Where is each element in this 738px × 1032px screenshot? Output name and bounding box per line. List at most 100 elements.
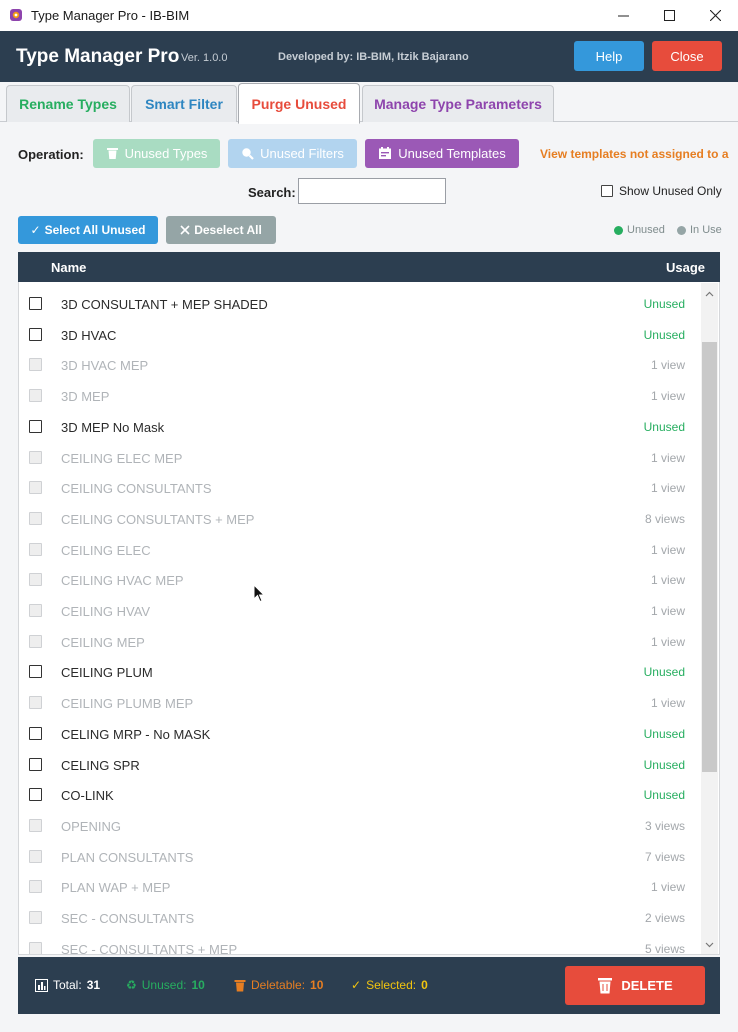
row-usage: 8 views bbox=[644, 511, 685, 526]
in-use-dot-icon bbox=[677, 225, 686, 235]
show-unused-only-label[interactable]: Show Unused Only bbox=[619, 184, 722, 198]
developer-credit: Developed by: IB-BIM, Itzik Bajarano bbox=[278, 51, 469, 63]
unused-filters-button[interactable]: Unused Filters bbox=[228, 139, 357, 168]
delete-button[interactable]: DELETE bbox=[565, 966, 705, 1005]
column-header-usage[interactable]: Usage bbox=[666, 260, 705, 275]
trash-icon bbox=[106, 148, 118, 159]
row-usage: 1 view bbox=[650, 696, 685, 711]
close-icon bbox=[709, 10, 721, 21]
list-item[interactable]: CELING SPR Unused bbox=[19, 747, 701, 777]
row-name: 3D MEP No Mask bbox=[61, 419, 165, 435]
row-checkbox[interactable] bbox=[29, 726, 42, 740]
row-usage: 1 view bbox=[650, 358, 685, 373]
row-checkbox bbox=[29, 880, 42, 894]
search-label: Search: bbox=[248, 185, 296, 200]
row-name: CEILING ELEC bbox=[61, 542, 151, 558]
list-item: CEILING ELEC MEP 1 view bbox=[19, 440, 701, 470]
deselect-all-button[interactable]: Deselect All bbox=[166, 216, 276, 244]
list-item: SEC - CONSULTANTS + MEP 5 views bbox=[19, 931, 701, 954]
deletable-value: 10 bbox=[310, 978, 324, 992]
row-checkbox bbox=[29, 604, 42, 617]
row-checkbox[interactable] bbox=[29, 327, 42, 341]
unused-dot-icon bbox=[614, 225, 623, 235]
row-checkbox bbox=[29, 389, 42, 403]
search-input[interactable] bbox=[298, 178, 446, 204]
close-button[interactable]: Close bbox=[652, 41, 722, 71]
unused-templates-button[interactable]: Unused Templates bbox=[365, 139, 519, 168]
scroll-down-button[interactable] bbox=[701, 936, 718, 953]
row-checkbox bbox=[29, 911, 42, 924]
row-usage: Unused bbox=[643, 327, 685, 342]
maximize-button[interactable] bbox=[646, 0, 692, 31]
row-checkbox bbox=[29, 818, 42, 832]
list-item[interactable]: 3D MEP No Mask Unused bbox=[19, 409, 701, 439]
app-icon bbox=[10, 9, 22, 21]
row-name: CELING SPR bbox=[61, 757, 140, 773]
x-icon bbox=[180, 225, 190, 235]
app-title: Type Manager Pro bbox=[16, 46, 180, 67]
list-item[interactable]: CEILING PLUM Unused bbox=[19, 654, 701, 684]
row-name: CEILING HVAC MEP bbox=[61, 573, 184, 589]
window-close-button[interactable] bbox=[692, 0, 738, 31]
legend-unused-label: Unused bbox=[627, 224, 665, 236]
row-name: CELING MRP - No MASK bbox=[61, 726, 211, 742]
tab-smart-filter[interactable]: Smart Filter bbox=[131, 85, 237, 122]
list-item: CEILING HVAV 1 view bbox=[19, 593, 701, 623]
list-item: CEILING CONSULTANTS + MEP 8 views bbox=[19, 501, 701, 531]
operation-description: View templates not assigned to a bbox=[540, 147, 729, 161]
list-item[interactable]: CELING MRP - No MASK Unused bbox=[19, 716, 701, 746]
total-stat: Total: 31 bbox=[35, 978, 100, 992]
list-item: PLAN CONSULTANTS 7 views bbox=[19, 839, 701, 869]
list-header: Name Usage bbox=[18, 252, 720, 282]
select-all-unused-button[interactable]: ✓ Select All Unused bbox=[18, 216, 158, 244]
row-checkbox bbox=[29, 481, 42, 495]
row-name: CEILING MEP bbox=[61, 634, 145, 650]
row-usage: 1 view bbox=[650, 604, 685, 618]
window-title: Type Manager Pro - IB-BIM bbox=[31, 8, 190, 23]
row-usage: 1 view bbox=[650, 634, 685, 649]
row-name: CEILING ELEC MEP bbox=[61, 450, 183, 466]
list-item: OPENING 3 views bbox=[19, 808, 701, 838]
help-button[interactable]: Help bbox=[574, 41, 644, 71]
column-header-name[interactable]: Name bbox=[51, 260, 86, 275]
row-name: CEILING CONSULTANTS bbox=[61, 481, 212, 497]
row-checkbox bbox=[29, 634, 42, 648]
show-unused-only-checkbox[interactable] bbox=[601, 185, 613, 197]
mouse-cursor-icon bbox=[253, 584, 266, 603]
scroll-up-button[interactable] bbox=[701, 285, 718, 302]
row-name: PLAN WAP + MEP bbox=[61, 880, 171, 896]
unused-stat: ♻ Unused: 10 bbox=[126, 978, 205, 992]
scrollbar-thumb[interactable] bbox=[702, 342, 717, 772]
deselect-all-label: Deselect All bbox=[194, 223, 262, 237]
tab-manage-type-parameters[interactable]: Manage Type Parameters bbox=[362, 85, 554, 122]
row-name: 3D HVAC MEP bbox=[61, 358, 149, 374]
list-item[interactable]: 3D HVAC Unused bbox=[19, 317, 701, 347]
row-checkbox[interactable] bbox=[29, 757, 42, 771]
unused-types-button[interactable]: Unused Types bbox=[93, 139, 220, 168]
deletable-stat: Deletable: 10 bbox=[234, 978, 323, 992]
type-list[interactable]: 3D CONSULTANT + MEP SHADED Unused 3D HVAC U… bbox=[18, 282, 720, 955]
row-checkbox bbox=[29, 573, 42, 587]
row-checkbox[interactable] bbox=[29, 665, 42, 679]
template-icon bbox=[379, 147, 392, 159]
row-checkbox[interactable] bbox=[29, 788, 42, 802]
row-checkbox bbox=[29, 849, 42, 863]
list-item: CEILING CONSULTANTS 1 view bbox=[19, 470, 701, 500]
list-item[interactable]: CO-LINK Unused bbox=[19, 777, 701, 807]
list-item[interactable]: 3D CONSULTANT + MEP SHADED Unused bbox=[19, 286, 701, 316]
row-usage: 1 view bbox=[650, 542, 685, 557]
chevron-down-icon bbox=[705, 942, 714, 947]
row-checkbox[interactable] bbox=[29, 419, 42, 433]
row-usage: 1 view bbox=[650, 450, 685, 465]
window-title-bar: Type Manager Pro - IB-BIM bbox=[0, 0, 738, 32]
selected-label: Selected: bbox=[366, 978, 417, 992]
tab-purge-unused[interactable]: Purge Unused bbox=[238, 83, 360, 124]
row-name: CO-LINK bbox=[61, 788, 114, 804]
row-checkbox[interactable] bbox=[29, 297, 42, 310]
deletable-label: Deletable: bbox=[251, 978, 306, 992]
search-icon bbox=[242, 148, 254, 160]
tab-rename-types[interactable]: Rename Types bbox=[6, 85, 130, 122]
status-footer: Total: 31 ♻ Unused: 10 Deletable: 10 ✓ S… bbox=[18, 957, 720, 1014]
row-name: 3D HVAC bbox=[61, 327, 117, 343]
minimize-button[interactable] bbox=[600, 0, 646, 31]
